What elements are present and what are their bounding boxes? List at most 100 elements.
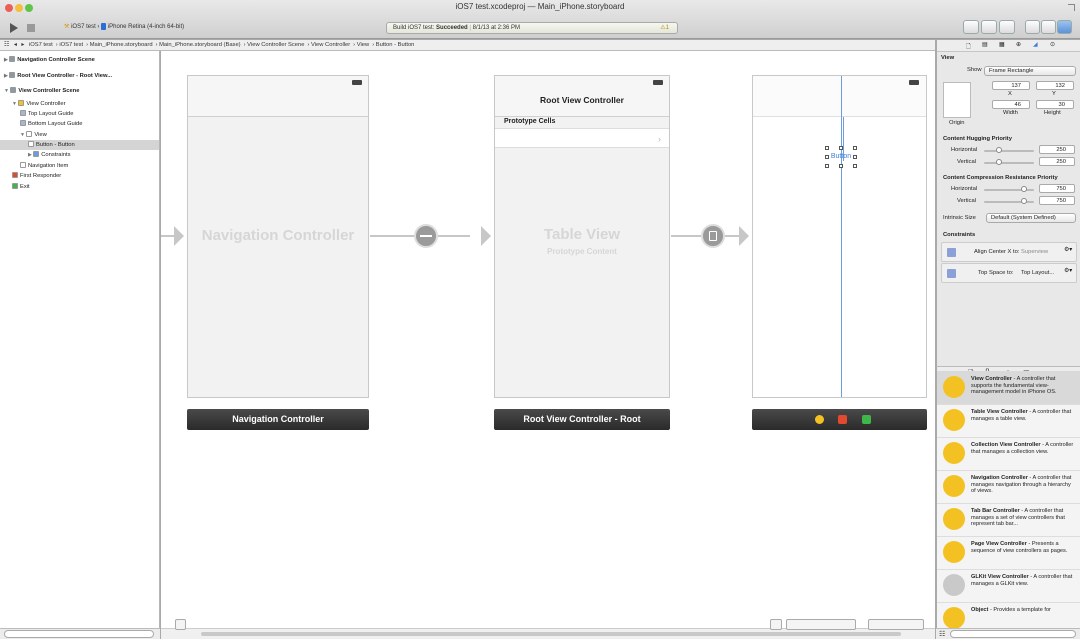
toggle-utilities-button[interactable]	[1057, 20, 1072, 34]
quick-help-icon[interactable]: ▤	[982, 42, 987, 48]
first-responder-icon[interactable]	[838, 415, 847, 424]
horizontal-scrollbar[interactable]	[201, 632, 901, 636]
compression-horizontal-field[interactable]: 750	[1039, 184, 1075, 193]
outline-item[interactable]: ▼ View	[0, 130, 159, 140]
prototype-cell[interactable]: ›	[495, 128, 669, 148]
outline-item[interactable]: ▼ View Controller	[0, 99, 159, 109]
constraint-row[interactable]: Align Center X to: Superview ⚙▾	[941, 242, 1077, 262]
library-item[interactable]: Table View Controller - A controller tha…	[937, 404, 1080, 438]
view-controller-icon[interactable]	[815, 415, 824, 424]
hugging-vertical-slider[interactable]	[984, 159, 1034, 165]
jump-item-project[interactable]: iOS7 test	[29, 42, 53, 48]
hugging-horizontal-field[interactable]: 250	[1039, 145, 1075, 154]
outline-item[interactable]: Navigation Item	[0, 161, 159, 171]
hugging-vertical-field[interactable]: 250	[1039, 157, 1075, 166]
toggle-debug-area-button[interactable]	[1041, 20, 1056, 34]
outline-item[interactable]: First Responder	[0, 171, 159, 181]
identity-inspector-icon[interactable]: ▦	[999, 42, 1004, 48]
jump-item-storyboard[interactable]: Main_iPhone.storyboard	[90, 42, 153, 48]
x-field[interactable]: 137	[992, 81, 1030, 90]
assistant-editor-button[interactable]	[981, 20, 997, 34]
library-item[interactable]: Tab Bar Controller - A controller that m…	[937, 503, 1080, 537]
outline-item[interactable]: ▶ Navigation Controller Scene	[0, 55, 159, 65]
hugging-horizontal-slider[interactable]	[984, 147, 1034, 153]
zoom-controls-button-group[interactable]	[868, 619, 924, 630]
standard-editor-button[interactable]	[963, 20, 979, 34]
form-factor-button[interactable]	[770, 619, 782, 630]
constraint-row[interactable]: Top Space to: Top Layout... ⚙▾	[941, 263, 1077, 283]
version-editor-button[interactable]	[999, 20, 1015, 34]
y-label: Y	[1052, 91, 1056, 97]
back-arrow-icon[interactable]: ◂	[14, 42, 17, 48]
outline-item[interactable]: Button - Button	[0, 140, 159, 150]
compression-horizontal-slider[interactable]	[984, 186, 1034, 192]
outline-item[interactable]: ▶ Constraints	[0, 150, 159, 160]
outline-item-label: Top Layout Guide	[28, 111, 74, 117]
exit-icon[interactable]	[862, 415, 871, 424]
compression-horizontal-label: Horizontal	[951, 186, 978, 192]
file-inspector-icon[interactable]: 🗋	[966, 42, 971, 52]
gear-icon[interactable]: ⚙▾	[1064, 268, 1072, 274]
grid-view-icon[interactable]: ☷	[939, 630, 945, 638]
library-item[interactable]: Page View Controller - Presents a sequen…	[937, 536, 1080, 570]
view-controller-scene[interactable]: Button	[752, 75, 927, 398]
jump-item-scene[interactable]: View Controller Scene	[247, 42, 304, 48]
push-segue-icon[interactable]	[701, 224, 725, 248]
navigation-controller-scene[interactable]: Navigation Controller	[187, 75, 369, 398]
root-view-controller-scene-bar[interactable]: Root View Controller - Root	[494, 409, 670, 430]
outline-item[interactable]: Exit	[0, 182, 159, 192]
outline-item-label: Exit	[20, 184, 30, 190]
initial-scene-arrow	[161, 235, 175, 237]
jump-item-button[interactable]: Button - Button	[376, 42, 415, 48]
run-button[interactable]	[10, 23, 18, 33]
activity-prefix: Build iOS7 test:	[393, 25, 435, 31]
height-field[interactable]: 30	[1036, 100, 1074, 109]
connections-inspector-icon[interactable]: ⊙	[1050, 42, 1055, 48]
outline-item[interactable]: Top Layout Guide	[0, 109, 159, 119]
outline-filter-bar	[0, 628, 160, 639]
toggle-navigator-button[interactable]	[1025, 20, 1040, 34]
library-item[interactable]: View Controller - A controller that supp…	[937, 371, 1080, 405]
size-inspector: 🗋 ▤ ▦ ⊕ ◢ ⊙ View Show Frame Rectangle 13…	[936, 40, 1080, 366]
outline-item[interactable]: ▶ Root View Controller - Root View...	[0, 71, 159, 81]
library-item[interactable]: Navigation Controller - A controller tha…	[937, 470, 1080, 504]
width-field[interactable]: 46	[992, 100, 1030, 109]
warning-badge[interactable]: ⚠1	[660, 24, 669, 31]
library-item[interactable]: GLKit View Controller - A controller tha…	[937, 569, 1080, 603]
jump-item-group[interactable]: iOS7 test	[59, 42, 83, 48]
storyboard-canvas[interactable]: Navigation Controller Navigation Control…	[161, 51, 935, 628]
fullscreen-icon[interactable]	[1068, 4, 1075, 11]
scheme-selector[interactable]: ⚒ iOS7 test › iPhone Retina (4-inch 64-b…	[64, 23, 184, 30]
jump-item-view[interactable]: View	[357, 42, 369, 48]
intrinsic-size-popup[interactable]: Default (System Defined)	[986, 213, 1076, 223]
root-view-controller-scene[interactable]: Root View Controller Prototype Cells › T…	[494, 75, 670, 398]
forward-arrow-icon[interactable]: ▸	[21, 42, 24, 48]
gear-icon[interactable]: ⚙▾	[1064, 247, 1072, 253]
outline-item[interactable]: Bottom Layout Guide	[0, 119, 159, 129]
outline-filter-field[interactable]	[4, 630, 154, 638]
layout-controls-button-group[interactable]	[786, 619, 856, 630]
size-inspector-icon[interactable]: ◢	[1033, 42, 1037, 48]
library-filter-field[interactable]	[950, 630, 1076, 638]
toggle-outline-button[interactable]	[175, 619, 186, 630]
library-item[interactable]: Collection View Controller - A controlle…	[937, 437, 1080, 471]
selected-button[interactable]: Button	[825, 146, 857, 168]
library-item[interactable]: Object - Provides a template for	[937, 602, 1080, 628]
jump-item-view-controller[interactable]: View Controller	[311, 42, 350, 48]
show-label: Show	[967, 67, 982, 73]
view-controller-scene-bar[interactable]	[752, 409, 927, 430]
show-popup[interactable]: Frame Rectangle	[984, 66, 1076, 76]
origin-selector[interactable]	[943, 82, 971, 118]
compression-vertical-field[interactable]: 750	[1039, 196, 1075, 205]
jump-item-storyboard-base[interactable]: Main_iPhone.storyboard (Base)	[159, 42, 241, 48]
attributes-inspector-icon[interactable]: ⊕	[1016, 42, 1021, 48]
compression-vertical-slider[interactable]	[984, 198, 1034, 204]
segue-arrowhead	[739, 226, 749, 246]
relationship-segue-icon[interactable]	[414, 224, 438, 248]
library-item-title: Table View Controller	[971, 409, 1028, 415]
navigation-controller-scene-bar[interactable]: Navigation Controller	[187, 409, 369, 430]
related-items-icon[interactable]: ☷	[4, 42, 9, 48]
outline-item[interactable]: ▼ View Controller Scene	[0, 86, 159, 96]
y-field[interactable]: 132	[1036, 81, 1074, 90]
stop-button[interactable]	[27, 24, 35, 32]
